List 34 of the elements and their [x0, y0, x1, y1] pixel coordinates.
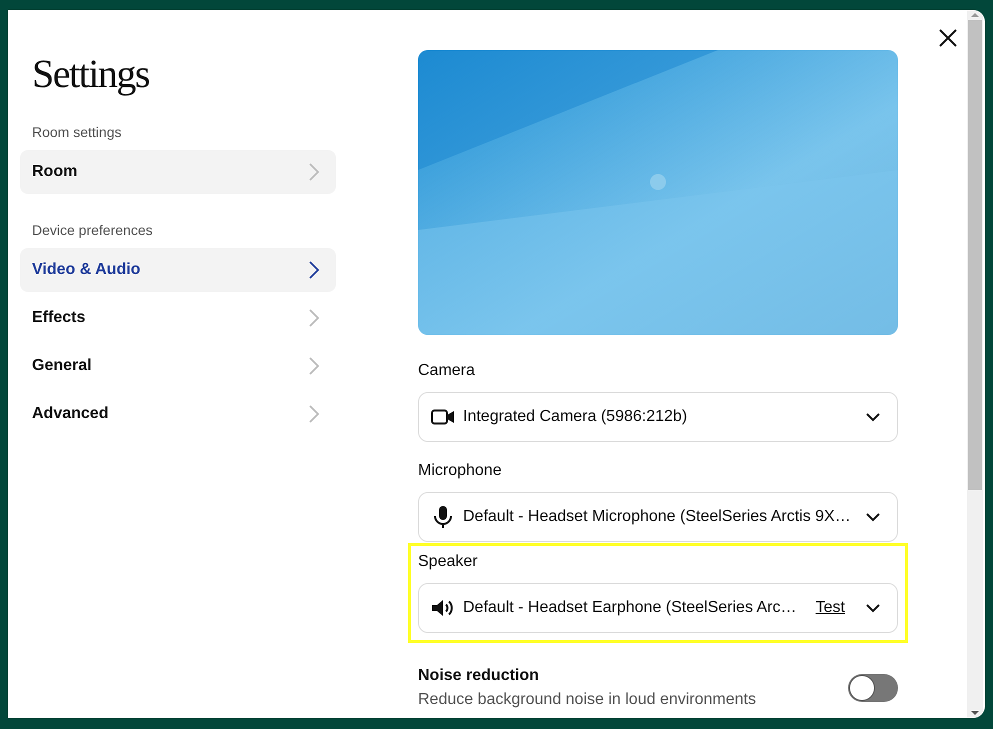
chevron-right-icon — [308, 404, 320, 424]
video-camera-icon — [431, 409, 455, 425]
device-dropdown[interactable]: Integrated Camera (5986:212b) — [418, 392, 898, 442]
dropdown-value: Default - Headset Earphone (SteelSeries Arc… — [463, 599, 798, 617]
toggle-switch[interactable] — [848, 674, 898, 702]
chevron-right-icon — [308, 308, 320, 328]
dropdown-value: Default - Headset Microphone (SteelSeries Arctis 9X… — [463, 508, 852, 526]
chevron-down-icon — [865, 603, 881, 613]
section-heading: Room settings — [32, 124, 122, 140]
field-label: Camera — [418, 362, 476, 380]
microphone-icon — [431, 506, 455, 528]
device-dropdown[interactable]: Default - Headset Microphone (SteelSeries Arctis 9X… — [418, 492, 898, 542]
sidebar-item[interactable]: Video & Audio — [20, 248, 336, 292]
chevron-down-icon — [865, 512, 881, 522]
chevron-right-icon — [308, 356, 320, 376]
dialog-title: Settings — [32, 50, 150, 98]
chevron-right-icon — [308, 162, 320, 182]
close-icon[interactable] — [938, 28, 958, 48]
chevron-right-icon — [308, 260, 320, 280]
sidebar-item[interactable]: Room — [20, 150, 336, 194]
field-label: Speaker — [418, 553, 479, 571]
device-dropdown[interactable]: Default - Headset Earphone (SteelSeries Arc… Test — [418, 583, 898, 633]
chevron-down-icon — [865, 412, 881, 422]
test-link[interactable]: Test — [816, 599, 845, 617]
sidebar-item[interactable]: Advanced — [20, 392, 336, 436]
setting-description: Reduce background noise in loud environments — [418, 691, 756, 709]
sidebar-item[interactable]: General — [20, 344, 336, 388]
field-label: Microphone — [418, 462, 503, 480]
speaker-icon — [431, 599, 455, 617]
dropdown-value: Integrated Camera (5986:212b) — [463, 408, 688, 426]
scrollbar[interactable] — [967, 10, 983, 718]
sidebar-item[interactable]: Effects — [20, 296, 336, 340]
setting-title: Noise reduction — [418, 667, 540, 685]
section-heading: Device preferences — [32, 222, 154, 238]
